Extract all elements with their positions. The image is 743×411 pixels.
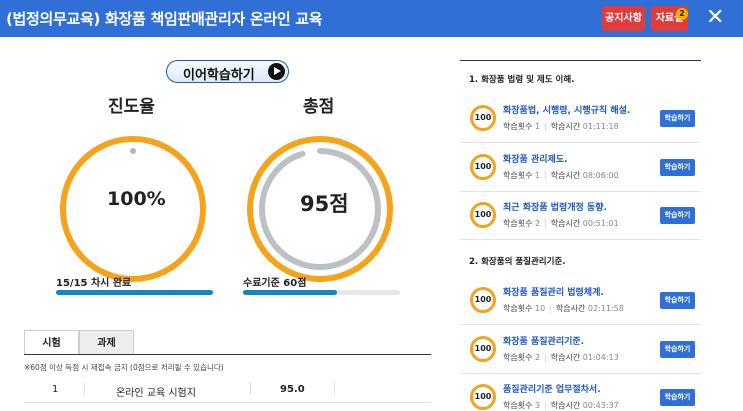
lesson-progress-circle: 100 xyxy=(470,202,496,228)
progress-bar xyxy=(56,290,213,295)
continue-learning-button[interactable]: 이어학습하기 xyxy=(166,60,289,83)
progress-value: 100% xyxy=(107,188,166,210)
lesson-item: 100 화장품 관리제도. 학습횟수 1 | 학습시간 08:06:00 학습하기 xyxy=(460,144,701,192)
lesson-name[interactable]: 품질관리기준 업무절차서. xyxy=(503,382,601,395)
close-icon[interactable]: ✕ xyxy=(706,6,724,30)
material-count-badge: 2 xyxy=(676,8,688,20)
lesson-item: 100 화장품법, 시행령, 시행규칙 해설. 학습횟수 1 | 학습시간 01:1… xyxy=(460,95,701,143)
lesson-progress-circle: 100 xyxy=(470,384,496,410)
lesson-name[interactable]: 화장품 품질관리기준. xyxy=(503,334,584,347)
exam-name: 온라인 교육 시험지 xyxy=(116,388,196,399)
tab-exam[interactable]: 시험 xyxy=(24,330,79,355)
score-title: 총점 xyxy=(303,97,335,117)
row-divider xyxy=(84,382,85,395)
tab-task[interactable]: 과제 xyxy=(79,330,134,355)
pass-bar-fill xyxy=(243,290,338,295)
notice-button[interactable]: 공지사항 xyxy=(602,6,645,31)
lesson-item: 100 화장품 품질관리기준. 학습횟수 2 | 학습시간 01:04:13 학습하… xyxy=(460,326,701,374)
lesson-meta: 학습횟수 1 | 학습시간 01:11:18 xyxy=(503,122,619,131)
play-icon xyxy=(268,63,285,80)
progress-bar-fill xyxy=(56,290,213,295)
progress-title: 진도율 xyxy=(108,97,155,117)
study-button[interactable]: 학습하기 xyxy=(660,110,695,127)
continue-learning-label: 이어학습하기 xyxy=(183,68,255,83)
study-button[interactable]: 학습하기 xyxy=(660,207,695,224)
study-button[interactable]: 학습하기 xyxy=(660,341,695,358)
chapter-title: 1. 화장품 법령 및 제도 이해. xyxy=(469,75,575,85)
lesson-progress-circle: 100 xyxy=(470,105,496,131)
lesson-item: 100 최근 화장품 법령개정 동향. 학습횟수 2 | 학습시간 00:51:01… xyxy=(460,192,701,240)
lesson-meta: 학습횟수 2 | 학습시간 00:51:01 xyxy=(503,219,619,228)
exam-score: 95.0 xyxy=(280,384,305,395)
score-caption: 수료기준 60점 xyxy=(243,278,307,289)
progress-caption: 15/15 차시 완료 xyxy=(56,278,132,289)
study-button[interactable]: 학습하기 xyxy=(660,292,695,309)
row-divider xyxy=(250,382,251,395)
progress-ring-marker xyxy=(130,148,136,154)
row-divider xyxy=(334,382,335,395)
lesson-name[interactable]: 최근 화장품 법령개정 동향. xyxy=(503,200,607,213)
lesson-progress-circle: 100 xyxy=(470,154,496,180)
lesson-progress-circle: 100 xyxy=(470,336,496,362)
chapter-title: 2. 화장품의 품질관리기준. xyxy=(469,257,566,267)
lesson-meta: 학습횟수 1 | 학습시간 08:06:00 xyxy=(503,171,619,180)
study-button[interactable]: 학습하기 xyxy=(660,389,695,406)
lesson-progress-circle: 100 xyxy=(470,287,496,313)
lesson-name[interactable]: 화장품법, 시행령, 시행규칙 해설. xyxy=(503,103,630,116)
lesson-panel-divider xyxy=(460,60,701,61)
lesson-meta: 학습횟수 10 | 학습시간 02:11:58 xyxy=(503,304,624,313)
lesson-item: 100 품질관리기준 업무절차서. 학습횟수 3 | 학습시간 00:43:37 학… xyxy=(460,374,701,411)
lesson-name[interactable]: 화장품 관리제도. xyxy=(503,152,568,165)
lesson-item: 100 화장품 품질관리 법령체계. 학습횟수 10 | 학습시간 02:11:58… xyxy=(460,277,701,325)
exam-number: 1 xyxy=(52,384,59,395)
exam-row[interactable]: 1 온라인 교육 시험지 95.0 xyxy=(24,375,431,403)
tab-divider xyxy=(24,354,431,355)
lesson-name[interactable]: 화장품 품질관리 법령체계. xyxy=(503,285,604,298)
score-value: 95점 xyxy=(300,192,349,216)
course-title: (법정의무교육) 화장품 책임판매관리자 온라인 교육 xyxy=(6,10,323,28)
lesson-meta: 학습횟수 2 | 학습시간 01:04:13 xyxy=(503,353,619,362)
pass-bar xyxy=(243,290,400,295)
lesson-meta: 학습횟수 3 | 학습시간 00:43:37 xyxy=(503,401,619,410)
study-button[interactable]: 학습하기 xyxy=(660,159,695,176)
exam-notice: ※60점 이상 득점 시 재접속 금지 (0점으로 처리될 수 있습니다) xyxy=(24,363,224,372)
